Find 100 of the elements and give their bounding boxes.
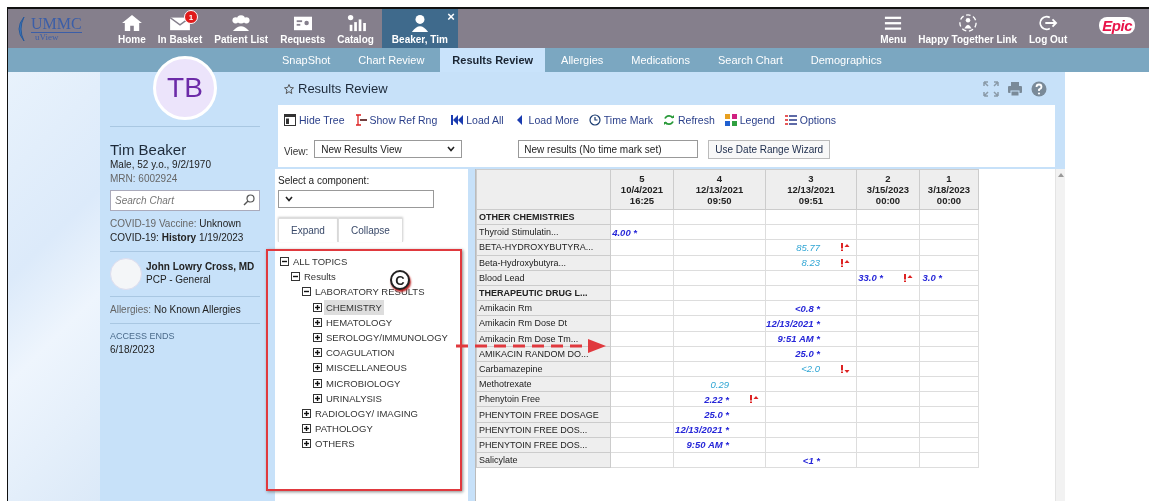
collapse-box-icon[interactable]: [302, 287, 311, 297]
expand-box-icon[interactable]: [313, 393, 322, 403]
toolbar-button[interactable]: Load More: [513, 114, 579, 126]
expand-box-icon[interactable]: [302, 408, 311, 418]
column-header[interactable]: 4 12/13/2021 09:50: [673, 169, 766, 210]
scrollbar[interactable]: [1055, 169, 1065, 501]
result-cell[interactable]: 9:51 AM *: [765, 331, 857, 347]
column-header[interactable]: 2 3/15/2023 00:00: [856, 169, 920, 210]
collapse-box-icon[interactable]: [291, 272, 300, 282]
expand-box-icon[interactable]: [302, 424, 311, 434]
component-label: Select a component:: [278, 175, 371, 186]
result-cell[interactable]: <0.8 *: [765, 300, 857, 316]
collapse-box-icon[interactable]: [280, 257, 289, 267]
nav-button[interactable]: In Basket 1: [151, 9, 209, 48]
refresh-icon: [663, 114, 675, 126]
nav-button[interactable]: Menu: [874, 9, 913, 48]
tree-item[interactable]: MICROBIOLOGY: [324, 375, 403, 391]
help-icon[interactable]: [1031, 80, 1047, 97]
home-icon: [120, 14, 143, 32]
time-mark-field[interactable]: New results (No time mark set): [518, 140, 699, 158]
nav-button[interactable]: Catalog: [331, 9, 380, 48]
toolbar-button[interactable]: Show Ref Rng: [354, 114, 438, 126]
nav-button[interactable]: Requests: [274, 9, 332, 48]
tree-item[interactable]: OTHERS: [313, 436, 357, 452]
result-cell[interactable]: 25.0 *: [765, 346, 857, 362]
expand-box-icon[interactable]: [302, 439, 311, 449]
caret-icon: [447, 146, 456, 152]
result-cell[interactable]: 2.22 *: [673, 391, 766, 407]
tree-item[interactable]: Results: [302, 269, 338, 285]
people-icon: [230, 14, 253, 32]
column-header[interactable]: 3 12/13/2021 09:51: [765, 169, 857, 210]
toolbar-button[interactable]: Hide Tree: [284, 114, 345, 126]
rewind-icon: [451, 114, 464, 126]
toolbar-button[interactable]: Legend: [724, 114, 775, 126]
expand-box-icon[interactable]: [313, 333, 322, 343]
tree-item[interactable]: PATHOLOGY: [313, 421, 375, 437]
expand-box-icon[interactable]: [313, 378, 322, 388]
logo-subtitle: uView: [34, 32, 60, 42]
status-text: COVID-19: History 1/19/2023: [110, 231, 245, 245]
id-card-icon: [291, 14, 314, 32]
nav-button[interactable]: Log Out: [1023, 9, 1074, 48]
clock-icon: [588, 114, 601, 126]
toolbar-button[interactable]: Time Mark: [588, 114, 653, 126]
tree-item[interactable]: URINALYSIS: [324, 390, 384, 406]
column-header[interactable]: 5 10/4/2021 16:25: [610, 169, 674, 210]
date-range-button[interactable]: Use Date Range Wizard: [708, 139, 831, 159]
mrn-text: MRN: 6002924: [110, 172, 179, 186]
status-text: COVID-19 Vaccine: Unknown: [110, 217, 242, 231]
expand-box-icon[interactable]: [313, 302, 322, 312]
search-icon[interactable]: [243, 194, 255, 206]
access-date: 6/18/2023: [110, 343, 156, 357]
view-dropdown[interactable]: New Results View: [314, 140, 463, 158]
expand-box-icon[interactable]: [313, 317, 322, 327]
toolbar-button[interactable]: Refresh: [663, 114, 715, 126]
expand-box-icon[interactable]: [313, 363, 322, 373]
expand-box-icon[interactable]: [313, 348, 322, 358]
allergies-text: Allergies: No Known Allergies: [110, 303, 242, 317]
close-icon[interactable]: ×: [447, 10, 455, 23]
caret-icon: [285, 196, 293, 202]
patient-details: Male, 52 y.o., 9/2/1970: [110, 158, 212, 172]
result-cell[interactable]: 25.0 *: [673, 406, 766, 423]
photo-placeholder: [110, 258, 142, 290]
view-label: View:: [284, 145, 309, 157]
tree-item[interactable]: ALL TOPICS: [291, 254, 350, 270]
result-cell[interactable]: 33.0 *: [856, 270, 920, 286]
patient-name: Tim Beaker: [110, 141, 188, 158]
provider-name[interactable]: John Lowry Cross, MD: [146, 261, 255, 273]
nav-button[interactable]: Patient List: [208, 9, 275, 48]
up-caret-icon[interactable]: [1057, 173, 1064, 177]
tree-item[interactable]: COAGULATION: [324, 345, 397, 361]
logo-text: UMMC: [31, 15, 82, 33]
tree-action-button[interactable]: Expand: [278, 218, 338, 242]
nav-button[interactable]: Home: [112, 9, 152, 48]
result-cell[interactable]: <1 *: [765, 452, 857, 468]
result-cell[interactable]: 12/13/2021 *: [673, 422, 766, 438]
brand-logo: Epic: [1099, 17, 1135, 34]
tree-item[interactable]: SEROLOGY/IMMUNOLOGY: [324, 329, 450, 346]
tab[interactable]: Results Review: [440, 48, 546, 72]
toolbar-button[interactable]: Options: [784, 114, 836, 126]
toolbar-button[interactable]: Load All: [451, 114, 504, 126]
tree-item[interactable]: CHEMISTRY: [324, 299, 384, 315]
component-dropdown[interactable]: [278, 190, 434, 208]
tree-action-button[interactable]: Collapse: [337, 218, 403, 242]
print-icon[interactable]: [1007, 80, 1023, 97]
tree-item[interactable]: HEMATOLOGY: [324, 314, 395, 330]
result-cell[interactable]: 3.0 *: [919, 270, 979, 286]
pin-icon[interactable]: [284, 83, 294, 94]
result-cell[interactable]: 4.00 *: [610, 224, 674, 240]
notification-badge: 1: [184, 10, 199, 24]
result-cell[interactable]: 9:50 AM *: [673, 437, 766, 453]
tree-item[interactable]: MISCELLANEOUS: [324, 360, 409, 376]
result-cell[interactable]: 12/13/2021 *: [765, 315, 857, 331]
section-title: Results Review: [298, 81, 389, 96]
search-field[interactable]: Search Chart: [110, 190, 260, 211]
envelope-icon: [169, 14, 192, 32]
tree-item[interactable]: RADIOLOGY/ IMAGING: [313, 405, 420, 422]
person-circle-icon: [956, 14, 979, 32]
nav-button[interactable]: Happy Together Link: [912, 9, 1023, 48]
column-header[interactable]: 1 3/18/2023 00:00: [919, 169, 979, 210]
patient-tab[interactable]: Beaker, Tim ×: [381, 9, 458, 48]
